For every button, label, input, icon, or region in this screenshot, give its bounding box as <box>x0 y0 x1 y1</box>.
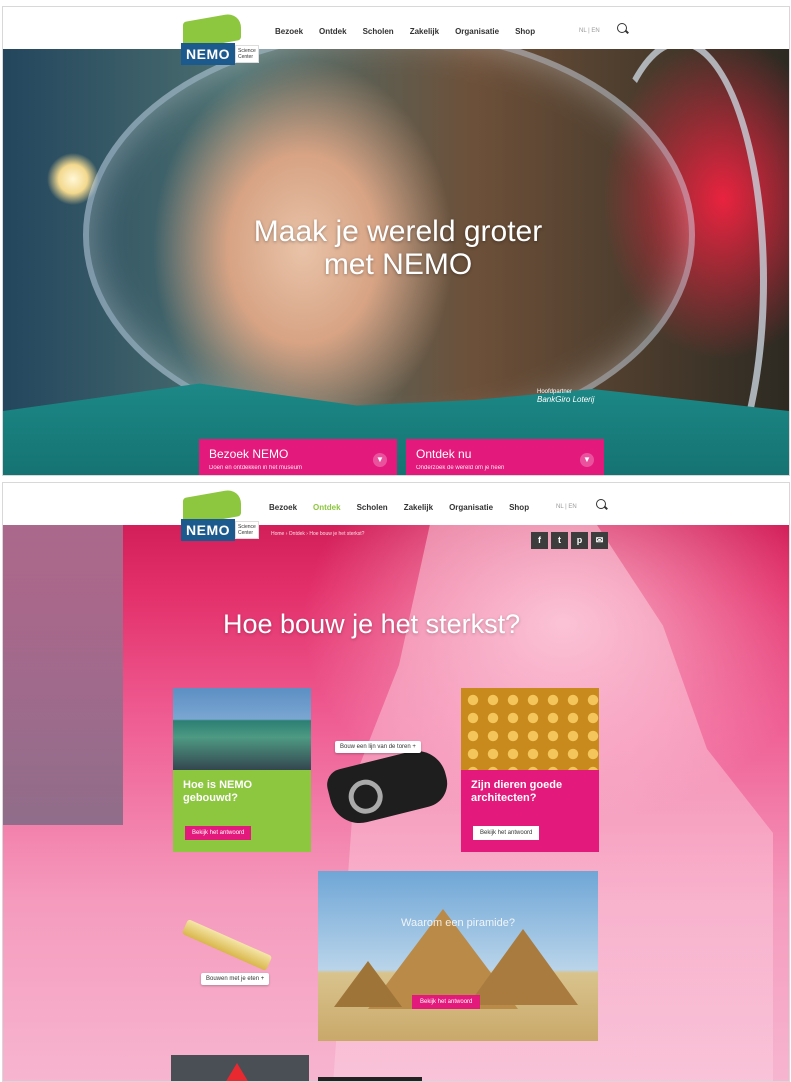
search-icon[interactable] <box>617 23 627 33</box>
card-body: Hoe is NEMO gebouwd? Bekijk het antwoord <box>173 770 311 852</box>
logo-subtitle: Science Center <box>235 45 259 63</box>
card-animal-architects[interactable]: Zijn dieren goede architecten? Bekijk he… <box>461 688 599 852</box>
ontdek-page-screenshot: NEMO Science Center Bezoek Ontdek Schole… <box>2 482 790 1082</box>
pyramid-medium <box>468 929 578 1005</box>
hero-banner: Maak je wereld groter met NEMO Hoofdpart… <box>3 29 789 475</box>
nav-item-bezoek[interactable]: Bezoek <box>275 27 303 36</box>
chevron-down-icon: ▼ <box>373 453 387 467</box>
nav-item-organisatie[interactable]: Organisatie <box>449 503 493 512</box>
logo-wordmark: NEMO <box>181 519 235 541</box>
nav-item-zakelijk[interactable]: Zakelijk <box>404 503 433 512</box>
homepage-screenshot: NEMO Science Center Bezoek Ontdek Schole… <box>2 6 790 476</box>
page-title: Hoe bouw je het sterkst? <box>223 609 521 639</box>
cta-subtitle: Onderzoek de wereld om je heen <box>416 465 505 471</box>
partner-block: Hoofdpartner BankGiro Loterij <box>537 389 594 404</box>
nemo-logo[interactable]: NEMO Science Center <box>179 11 259 73</box>
cta-ontdek[interactable]: Ontdek nu Onderzoek de wereld om je heen… <box>406 439 604 475</box>
chevron-down-icon: ▼ <box>580 453 594 467</box>
card-question: Zijn dieren goede architecten? <box>471 779 563 804</box>
cta-bezoek[interactable]: Bezoek NEMO Doen en ontdekken in het mus… <box>199 439 397 475</box>
cta-subtitle: Doen en ontdekken in het museum <box>209 465 303 471</box>
nav-item-shop[interactable]: Shop <box>509 503 529 512</box>
nav-item-scholen[interactable]: Scholen <box>363 27 394 36</box>
next-card-preview-right[interactable] <box>318 1077 422 1081</box>
nav-item-ontdek[interactable]: Ontdek <box>313 503 341 512</box>
next-card-preview[interactable] <box>171 1055 309 1081</box>
facebook-icon[interactable]: f <box>531 532 548 549</box>
language-switch[interactable]: NL | EN <box>556 504 577 510</box>
mail-icon[interactable]: ✉ <box>591 532 608 549</box>
partner-logo: BankGiro Loterij <box>537 395 595 404</box>
card-nemo-building[interactable]: Hoe is NEMO gebouwd? Bekijk het antwoord <box>173 688 311 852</box>
card-question: Hoe is NEMO gebouwd? <box>183 779 253 804</box>
cta-title: Ontdek nu <box>416 447 472 461</box>
nav-item-shop[interactable]: Shop <box>515 27 535 36</box>
nav-item-bezoek[interactable]: Bezoek <box>269 503 297 512</box>
search-icon[interactable] <box>596 499 606 509</box>
card-image <box>173 688 311 770</box>
tape-hotspot[interactable]: Bouw een lijn van de toren + <box>335 741 421 753</box>
language-switch[interactable]: NL | EN <box>579 28 600 34</box>
cta-title: Bezoek NEMO <box>209 447 289 461</box>
header: NEMO Science Center Bezoek Ontdek Schole… <box>3 483 789 541</box>
card-body: Zijn dieren goede architecten? Bekijk he… <box>461 770 599 852</box>
main-nav: Bezoek Ontdek Scholen Zakelijk Organisat… <box>275 27 535 36</box>
social-share: f t p ✉ <box>531 532 608 549</box>
answer-button[interactable]: Bekijk het antwoord <box>412 995 481 1009</box>
pencil-hotspot[interactable]: Bouwen met je eten + <box>201 973 270 985</box>
main-nav: Bezoek Ontdek Scholen Zakelijk Organisat… <box>269 503 529 512</box>
pyramid-question: Waarom een piramide? <box>401 917 515 929</box>
pinterest-icon[interactable]: p <box>571 532 588 549</box>
logo-wordmark: NEMO <box>181 43 235 65</box>
warning-triangle-icon <box>225 1063 249 1081</box>
pyramid-small <box>334 961 402 1007</box>
header: NEMO Science Center Bezoek Ontdek Schole… <box>3 7 789 65</box>
hero-title: Maak je wereld groter met NEMO <box>253 215 543 281</box>
nav-item-scholen[interactable]: Scholen <box>357 503 388 512</box>
twitter-icon[interactable]: t <box>551 532 568 549</box>
logo-subtitle: Science Center <box>235 521 259 539</box>
nav-item-zakelijk[interactable]: Zakelijk <box>410 27 439 36</box>
nav-item-ontdek[interactable]: Ontdek <box>319 27 347 36</box>
nemo-logo[interactable]: NEMO Science Center <box>179 487 259 549</box>
answer-button[interactable]: Bekijk het antwoord <box>185 826 252 840</box>
card-image <box>461 688 599 770</box>
answer-button[interactable]: Bekijk het antwoord <box>473 826 540 840</box>
background-shade <box>3 525 123 825</box>
nav-item-organisatie[interactable]: Organisatie <box>455 27 499 36</box>
pyramid-card[interactable]: Waarom een piramide? Bekijk het antwoord <box>318 871 598 1041</box>
breadcrumb[interactable]: Home › Ontdek › Hoe bouw je het sterkst? <box>271 531 364 537</box>
